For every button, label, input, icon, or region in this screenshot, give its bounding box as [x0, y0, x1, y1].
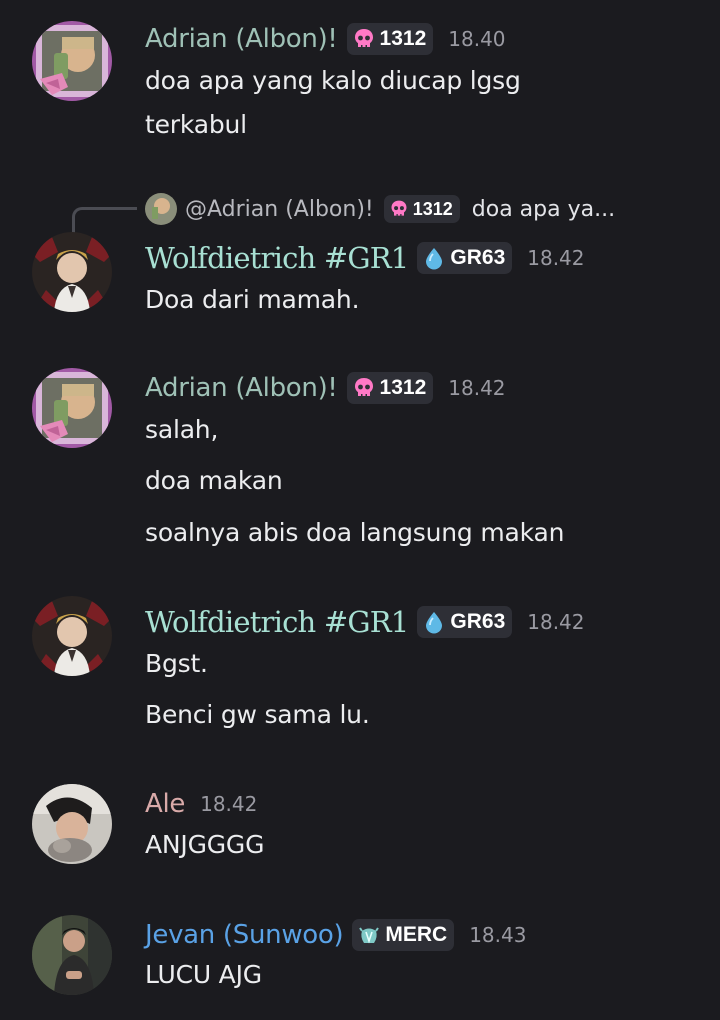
message-header: Wolfdietrich #GR1 GR63 18.42: [145, 240, 585, 276]
avatar-ale[interactable]: [32, 784, 112, 864]
timestamp: 18.42: [200, 792, 258, 816]
message-header: Wolfdietrich #GR1 GR63 18.42: [145, 604, 585, 640]
author-name[interactable]: Wolfdietrich #GR1: [145, 241, 409, 275]
timestamp: 18.40: [448, 27, 506, 51]
avatar-wolfdietrich[interactable]: [32, 232, 112, 312]
author-name[interactable]: Jevan (Sunwoo): [145, 920, 344, 950]
water-drop-icon: [422, 610, 446, 634]
message-text: soalnya abis doa langsung makan: [145, 518, 565, 547]
clan-tag[interactable]: GR63: [417, 242, 513, 274]
clan-tag[interactable]: 1312: [346, 23, 434, 55]
chat-message-list: Adrian (Albon)! 1312 18.40 doa apa yang …: [0, 0, 720, 1020]
reply-connector: [72, 207, 137, 234]
author-name[interactable]: Adrian (Albon)!: [145, 24, 338, 54]
message-header: Ale 18.42: [145, 786, 257, 822]
reply-clan-tag-label: 1312: [412, 198, 453, 219]
author-name[interactable]: Ale: [145, 789, 185, 819]
clan-tag-label: 1312: [379, 27, 427, 50]
reply-author[interactable]: @Adrian (Albon)!: [185, 197, 374, 222]
clan-tag[interactable]: MERC: [352, 919, 455, 951]
pink-skull-icon: [352, 376, 376, 400]
crystal-icon: [357, 923, 381, 947]
avatar-jevan[interactable]: [32, 915, 112, 995]
message-text: doa apa yang kalo diucap lgsg: [145, 66, 521, 95]
message-header: Jevan (Sunwoo) MERC 18.43: [145, 917, 526, 953]
timestamp: 18.43: [469, 923, 527, 947]
pink-skull-icon: [389, 199, 409, 219]
clan-tag[interactable]: 1312: [346, 372, 434, 404]
message-text: Doa dari mamah.: [145, 285, 360, 314]
clan-tag-label: 1312: [379, 376, 427, 399]
timestamp: 18.42: [527, 610, 585, 634]
avatar-adrian[interactable]: [32, 368, 112, 448]
message-header: Adrian (Albon)! 1312 18.40: [145, 21, 506, 57]
author-name[interactable]: Wolfdietrich #GR1: [145, 605, 409, 639]
clan-tag-label: GR63: [450, 610, 506, 633]
message-text: Benci gw sama lu.: [145, 700, 370, 729]
message-text: terkabul: [145, 110, 247, 139]
message-text: ANJGGGG: [145, 830, 265, 859]
pink-skull-icon: [352, 27, 376, 51]
clan-tag-label: GR63: [450, 246, 506, 269]
message-text: salah,: [145, 415, 219, 444]
clan-tag-label: MERC: [385, 923, 448, 946]
avatar-adrian[interactable]: [32, 21, 112, 101]
reply-reference[interactable]: @Adrian (Albon)! 1312 doa apa ya...: [145, 192, 615, 226]
reply-avatar: [145, 193, 177, 225]
timestamp: 18.42: [448, 376, 506, 400]
timestamp: 18.42: [527, 246, 585, 270]
message-text: doa makan: [145, 466, 283, 495]
message-header: Adrian (Albon)! 1312 18.42: [145, 370, 506, 406]
author-name[interactable]: Adrian (Albon)!: [145, 373, 338, 403]
water-drop-icon: [422, 246, 446, 270]
message-text: Bgst.: [145, 649, 208, 678]
reply-clan-tag: 1312: [383, 195, 460, 223]
avatar-wolfdietrich[interactable]: [32, 596, 112, 676]
clan-tag[interactable]: GR63: [417, 606, 513, 638]
reply-preview: doa apa ya...: [471, 196, 616, 222]
message-text: LUCU AJG: [145, 960, 262, 989]
